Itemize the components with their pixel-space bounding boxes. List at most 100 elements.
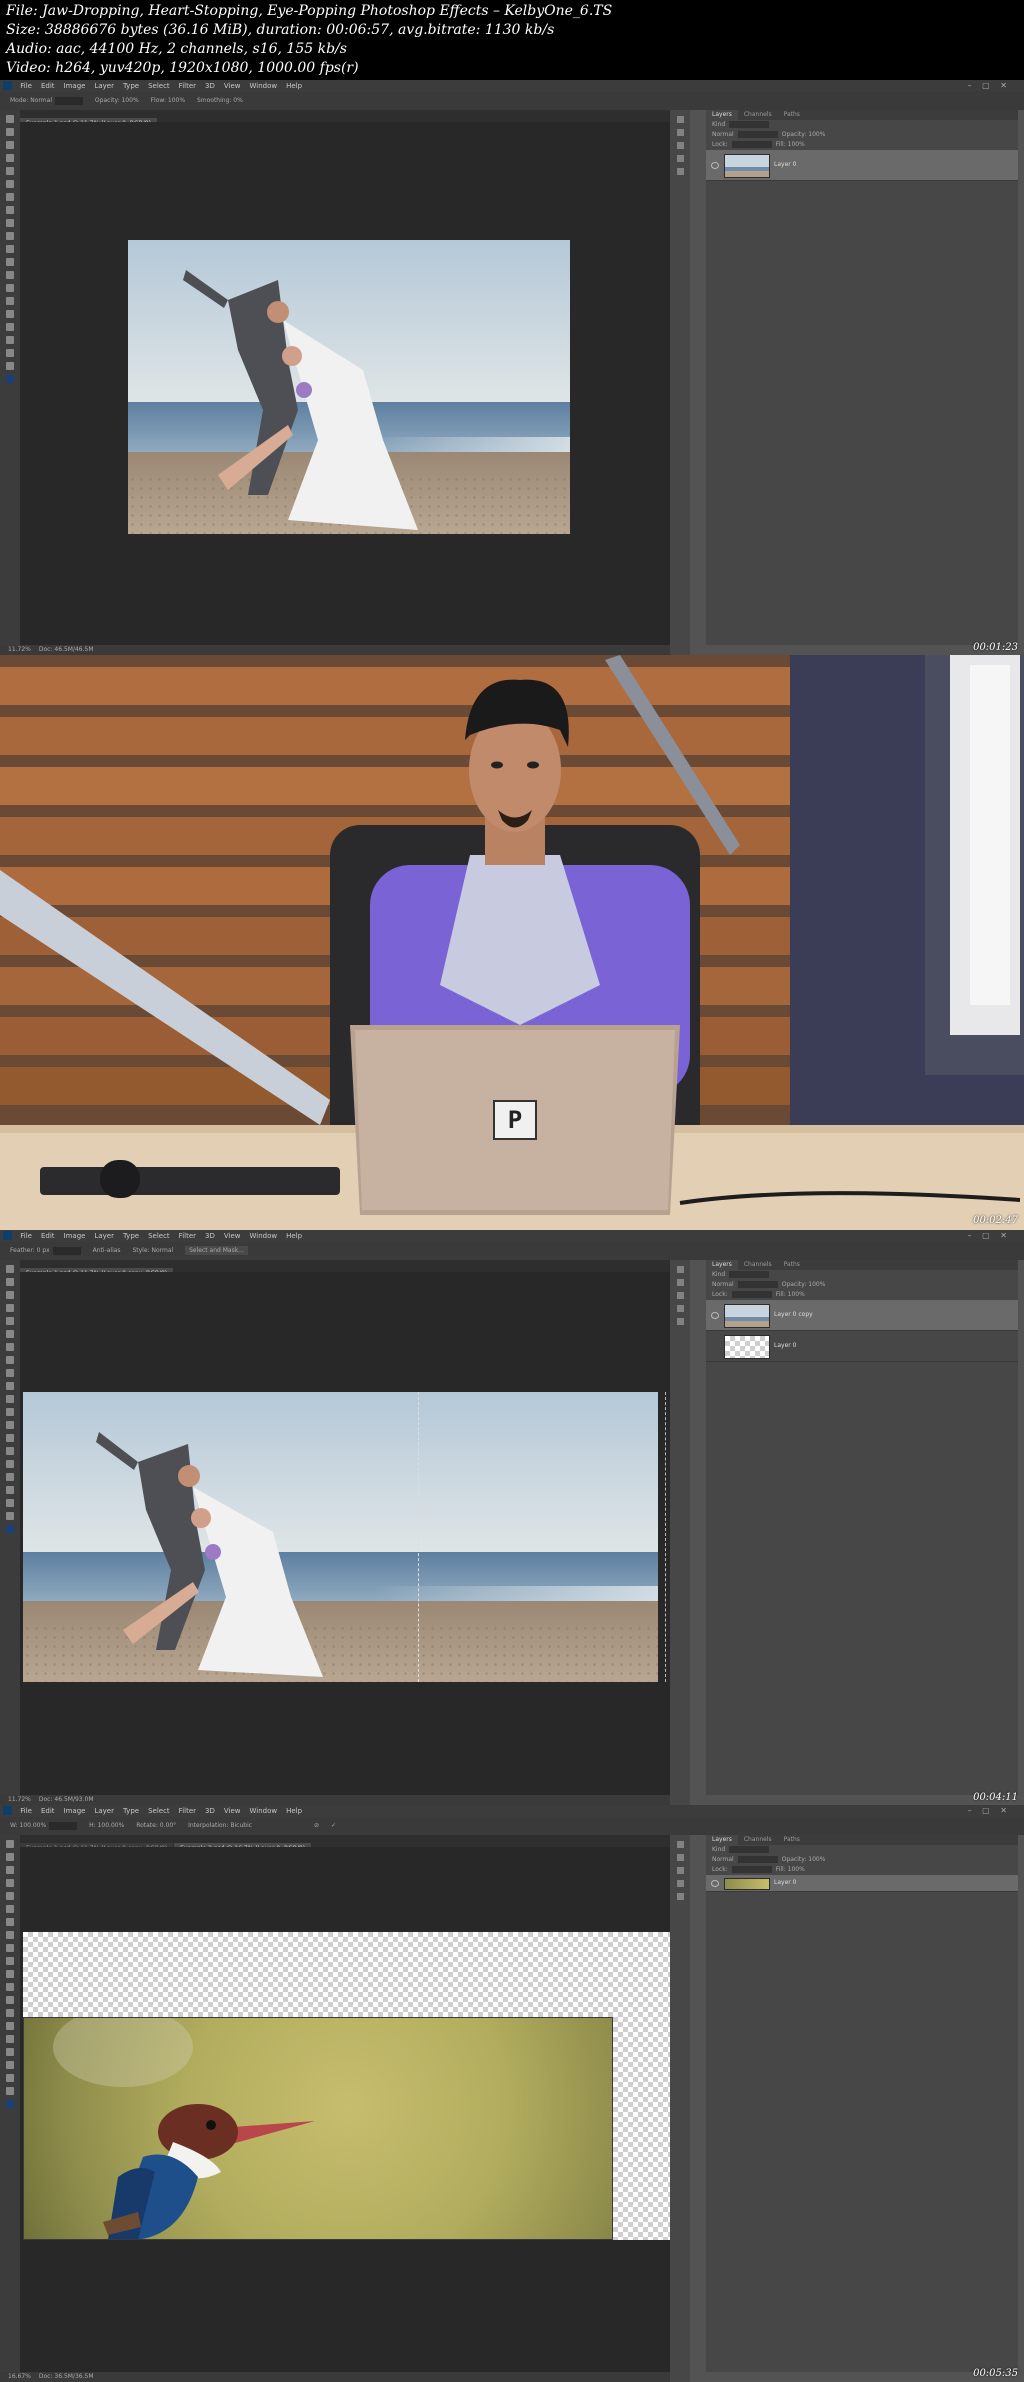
marquee-tool-icon[interactable] [6, 1278, 14, 1286]
eye-icon[interactable] [711, 1312, 719, 1319]
move-tool-icon[interactable] [6, 115, 14, 123]
layer-row[interactable]: Layer 0 [706, 1331, 1018, 1362]
lasso-tool-icon[interactable] [6, 1866, 14, 1874]
styles-panel-icon[interactable] [676, 1318, 684, 1325]
history-panel-icon[interactable] [676, 1841, 684, 1848]
eye-icon[interactable] [711, 1880, 719, 1887]
menu-image[interactable]: Image [64, 1807, 86, 1815]
hand-tool-icon[interactable] [6, 1499, 14, 1507]
lasso-tool-icon[interactable] [6, 141, 14, 149]
kind-filter[interactable]: Kind [706, 120, 1018, 130]
zoom-tool-icon[interactable] [6, 1512, 14, 1520]
option-field[interactable] [55, 96, 83, 105]
menu-filter[interactable]: Filter [179, 1807, 196, 1815]
gradient-tool-icon[interactable] [6, 258, 14, 266]
brush-tool-icon[interactable] [6, 206, 14, 214]
menu-select[interactable]: Select [148, 1232, 170, 1240]
properties-panel-icon[interactable] [676, 1292, 684, 1299]
menu-select[interactable]: Select [148, 1807, 170, 1815]
option-mode[interactable]: Mode: Normal [10, 97, 52, 104]
menu-type[interactable]: Type [123, 1807, 139, 1815]
pen-tool-icon[interactable] [6, 2022, 14, 2030]
healing-tool-icon[interactable] [6, 1918, 14, 1926]
shape-tool-icon[interactable] [6, 1486, 14, 1494]
option-style[interactable]: Style: Normal [132, 1247, 173, 1254]
brush-tool-icon[interactable] [6, 1356, 14, 1364]
actions-panel-icon[interactable] [676, 129, 684, 136]
layer-row[interactable]: Layer 0 copy [706, 1300, 1018, 1331]
menu-view[interactable]: View [224, 82, 241, 90]
layer-row[interactable]: Layer 0 [706, 1875, 1018, 1892]
brush-tool-icon[interactable] [6, 1931, 14, 1939]
menu-filter[interactable]: Filter [179, 82, 196, 90]
foreground-color-swatch[interactable] [6, 1525, 14, 1533]
option-height[interactable]: H: 100.00% [89, 1822, 124, 1829]
path-select-icon[interactable] [6, 2048, 14, 2056]
tab-layers[interactable]: Layers [706, 1835, 738, 1845]
stamp-tool-icon[interactable] [6, 1944, 14, 1952]
actions-panel-icon[interactable] [676, 1279, 684, 1286]
layer-row[interactable]: Layer 0 [706, 150, 1018, 181]
marquee-tool-icon[interactable] [6, 128, 14, 136]
eyedropper-tool-icon[interactable] [6, 180, 14, 188]
menu-layer[interactable]: Layer [94, 82, 114, 90]
hand-tool-icon[interactable] [6, 2074, 14, 2082]
blend-mode-row[interactable]: Normal Opacity: 100% [706, 130, 1018, 140]
tab-paths[interactable]: Paths [778, 1836, 806, 1843]
tab-channels[interactable]: Channels [738, 1836, 778, 1843]
option-opacity[interactable]: Opacity: 100% [95, 97, 139, 104]
shape-tool-icon[interactable] [6, 2061, 14, 2069]
blur-tool-icon[interactable] [6, 1421, 14, 1429]
zoom-tool-icon[interactable] [6, 362, 14, 370]
type-tool-icon[interactable] [6, 1460, 14, 1468]
menu-help[interactable]: Help [286, 82, 302, 90]
lock-row[interactable]: Lock: Fill: 100% [706, 1865, 1018, 1875]
menu-3d[interactable]: 3D [205, 1232, 215, 1240]
eraser-tool-icon[interactable] [6, 1395, 14, 1403]
menu-view[interactable]: View [224, 1232, 241, 1240]
select-and-mask-button[interactable]: Select and Mask... [185, 1246, 248, 1255]
adjustments-panel-icon[interactable] [676, 155, 684, 162]
zoom-tool-icon[interactable] [6, 2087, 14, 2095]
stamp-tool-icon[interactable] [6, 219, 14, 227]
canvas-area[interactable] [20, 122, 670, 645]
lasso-tool-icon[interactable] [6, 1291, 14, 1299]
healing-tool-icon[interactable] [6, 193, 14, 201]
eye-icon[interactable] [711, 162, 719, 169]
canvas-area[interactable] [20, 1847, 670, 2372]
type-tool-icon[interactable] [6, 2035, 14, 2043]
menu-type[interactable]: Type [123, 1232, 139, 1240]
dodge-tool-icon[interactable] [6, 1434, 14, 1442]
window-controls[interactable]: – ▢ ✕ [968, 80, 1011, 92]
type-tool-icon[interactable] [6, 310, 14, 318]
menu-type[interactable]: Type [123, 82, 139, 90]
blend-mode-row[interactable]: Normal Opacity: 100% [706, 1280, 1018, 1290]
commit-transform-icon[interactable]: ✓ [331, 1822, 336, 1829]
menu-help[interactable]: Help [286, 1807, 302, 1815]
move-tool-icon[interactable] [6, 1840, 14, 1848]
eyedropper-tool-icon[interactable] [6, 1330, 14, 1338]
blur-tool-icon[interactable] [6, 271, 14, 279]
styles-panel-icon[interactable] [676, 1893, 684, 1900]
stamp-tool-icon[interactable] [6, 1369, 14, 1377]
menu-window[interactable]: Window [249, 1807, 277, 1815]
shape-tool-icon[interactable] [6, 336, 14, 344]
properties-panel-icon[interactable] [676, 142, 684, 149]
healing-tool-icon[interactable] [6, 1343, 14, 1351]
menu-file[interactable]: File [20, 1232, 32, 1240]
kind-filter[interactable]: Kind [706, 1845, 1018, 1855]
tab-channels[interactable]: Channels [738, 111, 778, 118]
path-select-icon[interactable] [6, 323, 14, 331]
tab-layers[interactable]: Layers [706, 1260, 738, 1270]
transform-bounding-box[interactable] [23, 2017, 613, 2240]
menu-window[interactable]: Window [249, 82, 277, 90]
foreground-color-swatch[interactable] [6, 2100, 14, 2108]
history-brush-icon[interactable] [6, 1382, 14, 1390]
menu-image[interactable]: Image [64, 82, 86, 90]
gradient-tool-icon[interactable] [6, 1983, 14, 1991]
actions-panel-icon[interactable] [676, 1854, 684, 1861]
pen-tool-icon[interactable] [6, 1447, 14, 1455]
properties-panel-icon[interactable] [676, 1867, 684, 1874]
option-flow[interactable]: Flow: 100% [151, 97, 185, 104]
pen-tool-icon[interactable] [6, 297, 14, 305]
